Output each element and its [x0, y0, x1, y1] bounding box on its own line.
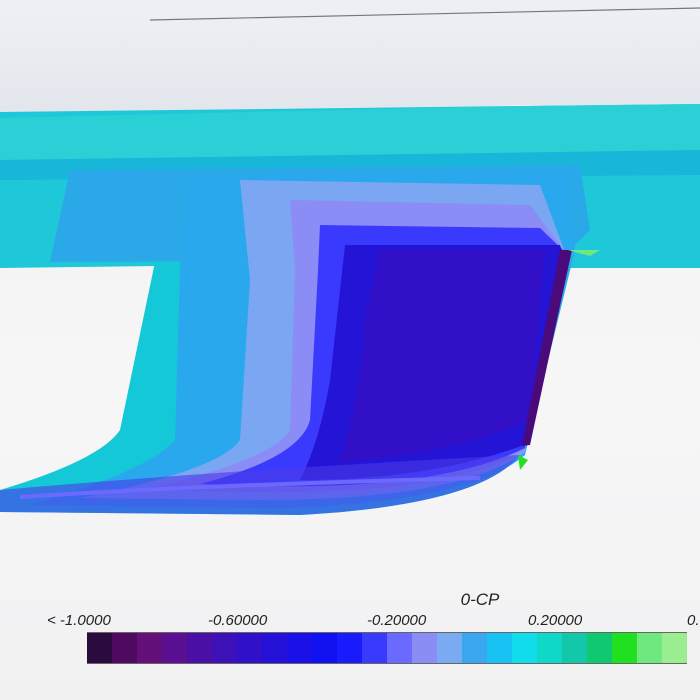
colorbar-swatch — [112, 633, 137, 663]
legend-tick-min: < -1.0000 — [47, 612, 111, 629]
legend-title: 0-CP — [460, 590, 500, 609]
3d-viewport[interactable]: 0-CP < -1.0000 -0.60000 -0.20000 0.20000… — [0, 0, 700, 700]
colorbar-swatch — [437, 633, 462, 663]
colorbar-swatch — [412, 633, 437, 663]
colorbar-swatch — [587, 633, 612, 663]
colorbar-swatch — [162, 633, 187, 663]
pressure-contour-scene — [0, 0, 700, 515]
lower-background — [0, 266, 155, 280]
legend-tick-max: 0. — [687, 612, 700, 629]
colorbar-swatch — [187, 633, 212, 663]
colorbar-swatch — [312, 633, 337, 663]
colorbar-swatch — [237, 633, 262, 663]
colorbar-swatch — [512, 633, 537, 663]
colorbar-swatch — [637, 633, 662, 663]
legend-tick-neg020: -0.20000 — [367, 612, 427, 629]
colorbar-swatch — [487, 633, 512, 663]
colorbar-swatch — [212, 633, 237, 663]
colorbar-swatch — [362, 633, 387, 663]
hull-upper-surface — [0, 0, 700, 118]
colorbar-swatch — [337, 633, 362, 663]
colorbar-swatch — [387, 633, 412, 663]
colorbar-swatch — [612, 633, 637, 663]
colorbar-swatch — [562, 633, 587, 663]
legend-colorbar — [87, 632, 687, 664]
colorbar-swatch — [262, 633, 287, 663]
colorbar-swatch — [662, 633, 687, 663]
colorbar-swatch — [287, 633, 312, 663]
lower-edge-accent — [518, 455, 528, 470]
colorbar-swatch — [137, 633, 162, 663]
colorbar-swatch — [462, 633, 487, 663]
colorbar-swatch — [87, 633, 112, 663]
colorbar-swatch — [537, 633, 562, 663]
legend-tick-pos020: 0.20000 — [528, 612, 583, 629]
legend-tick-neg060: -0.60000 — [208, 612, 268, 629]
